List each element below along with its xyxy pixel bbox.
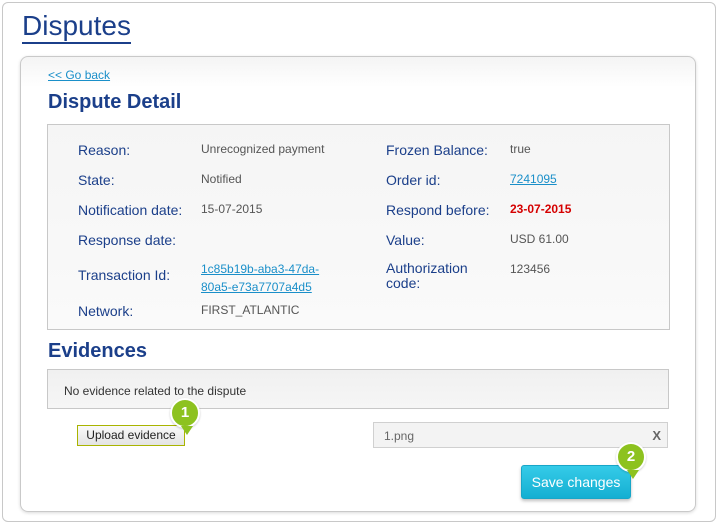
value-value: USD 61.00 (510, 232, 569, 246)
save-changes-button[interactable]: Save changes (521, 465, 631, 499)
authorization-code-value: 123456 (510, 262, 551, 276)
order-id-link[interactable]: 7241095 (510, 171, 557, 188)
order-id-label: Order id: (386, 172, 441, 188)
state-label: State: (78, 172, 115, 188)
notification-date-label: Notification date: (78, 202, 183, 218)
network-label: Network: (78, 303, 134, 319)
file-name: 1.png (384, 429, 415, 443)
evidence-list: No evidence related to the dispute (47, 369, 669, 409)
respond-before-label: Respond before: (386, 202, 490, 218)
transaction-id-link-line2[interactable]: 80a5-e73a7707a4d5 (201, 279, 312, 296)
authorization-code-label-line1: Authorization (386, 260, 468, 276)
empty-evidence-message: No evidence related to the dispute (64, 384, 247, 398)
evidences-heading: Evidences (48, 340, 147, 362)
transaction-id-label: Transaction Id: (78, 267, 171, 283)
callout-badge-2: 2 (616, 442, 646, 479)
notification-date-value: 15-07-2015 (201, 202, 263, 216)
upload-evidence-button[interactable]: Upload evidence (77, 425, 185, 446)
authorization-code-label-line2: code: (386, 275, 421, 291)
reason-value: Unrecognized payment (201, 142, 325, 156)
respond-before-value: 23-07-2015 (510, 202, 572, 216)
go-back-link[interactable]: << Go back (48, 68, 110, 82)
reason-label: Reason: (78, 142, 131, 158)
frozen-balance-value: true (510, 142, 531, 156)
dispute-detail-panel (47, 124, 670, 330)
remove-file-icon[interactable]: X (652, 428, 661, 443)
network-value: FIRST_ATLANTIC (201, 303, 300, 317)
dispute-detail-heading: Dispute Detail (48, 91, 182, 113)
transaction-id-link-line1[interactable]: 1c85b19b-aba3-47da- (201, 261, 319, 278)
page-title: Disputes (22, 10, 131, 44)
value-label: Value: (386, 232, 425, 248)
callout-badge-1: 1 (170, 398, 200, 435)
response-date-label: Response date: (78, 232, 177, 248)
frozen-balance-label: Frozen Balance: (386, 142, 488, 158)
state-value: Notified (201, 172, 242, 186)
